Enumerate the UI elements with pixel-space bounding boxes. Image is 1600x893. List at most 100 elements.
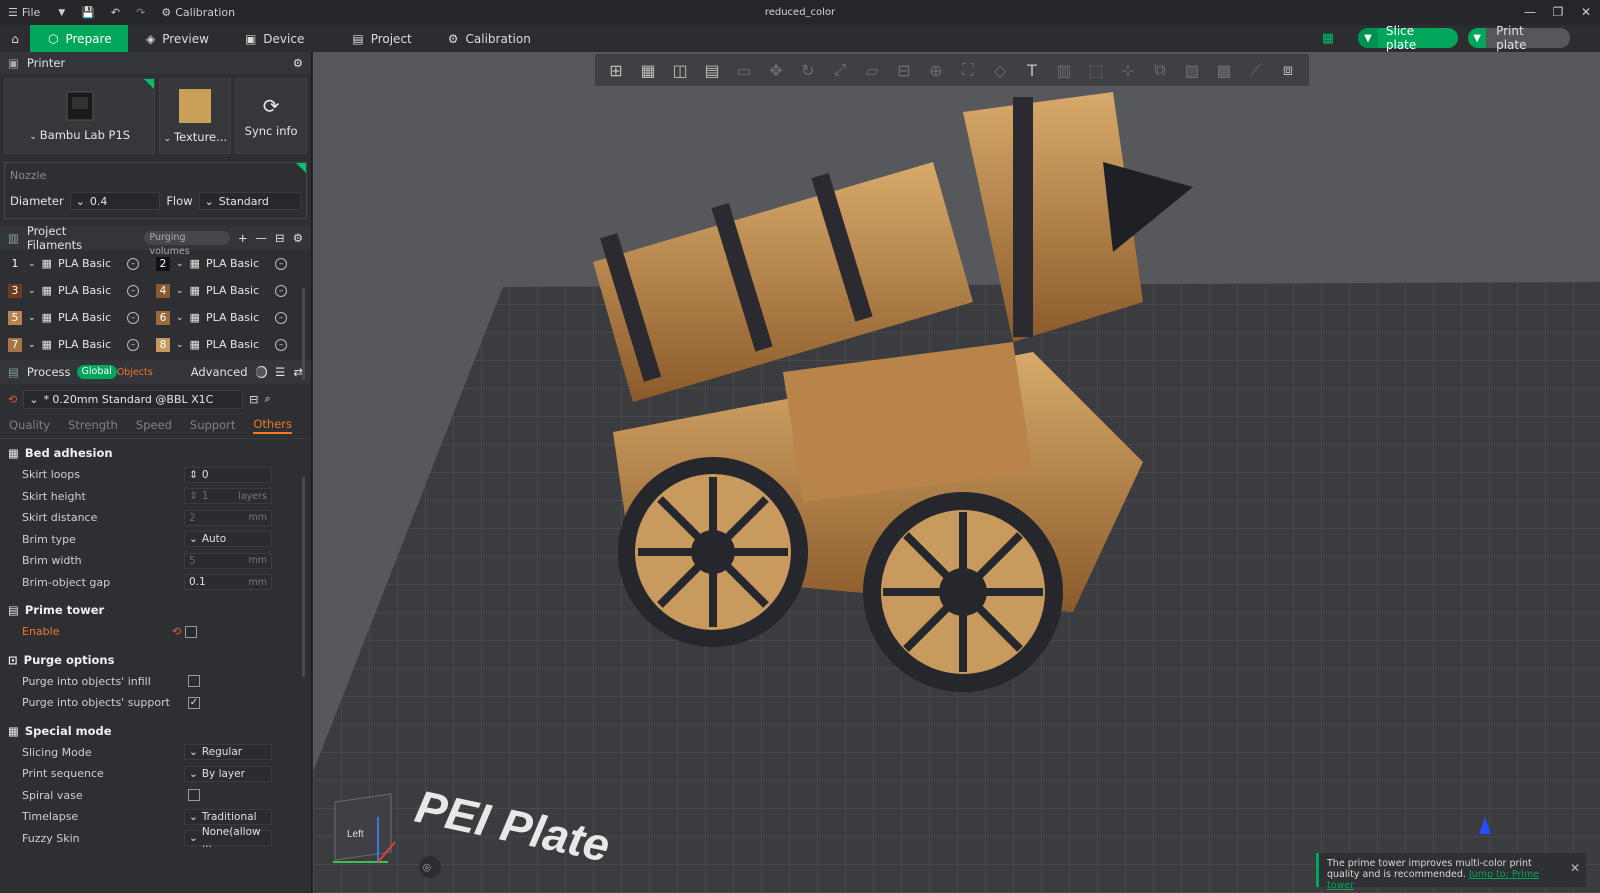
- tab-quality[interactable]: Quality: [9, 418, 50, 432]
- arrange-grid-icon[interactable]: ▦: [635, 58, 661, 82]
- gear-icon[interactable]: ⚙: [293, 231, 303, 245]
- remove-icon[interactable]: —: [256, 231, 268, 245]
- cut-icon[interactable]: ⊟: [891, 58, 917, 82]
- mesh-boolean-icon[interactable]: ⧉: [1147, 58, 1173, 82]
- home-icon[interactable]: ⌂: [0, 25, 30, 52]
- search-icon[interactable]: ⌕: [264, 392, 270, 406]
- assembly-icon[interactable]: ⬚: [1083, 58, 1109, 82]
- 3d-viewport[interactable]: PEI Plate Left ⌾ ⊞ ▦ ◫ ▤ ▭ ✥ ↻ ⤢ ▱ ⊟ ⊕ ⛶…: [313, 52, 1600, 893]
- global-toggle[interactable]: Global: [76, 365, 117, 379]
- restore-icon[interactable]: ❐: [1544, 0, 1572, 25]
- brim-gap-input[interactable]: 0.1 mm: [184, 574, 272, 591]
- reset-icon[interactable]: ⟲: [172, 625, 181, 638]
- brim-width-input[interactable]: 5 mm: [184, 552, 272, 569]
- close-icon[interactable]: ✕: [1572, 0, 1600, 25]
- filament-slot[interactable]: 4 ⌄ ▦ PLA Basic –: [156, 281, 304, 300]
- seam-paint-icon[interactable]: ◇: [987, 58, 1013, 82]
- save-icon[interactable]: 💾: [73, 0, 103, 25]
- brim-type-select[interactable]: ⌄ Auto: [184, 531, 272, 548]
- lay-flat-icon[interactable]: ▱: [859, 58, 885, 82]
- advanced-toggle[interactable]: [255, 366, 268, 378]
- tab-support[interactable]: Support: [190, 418, 235, 432]
- tab-preview[interactable]: ◈ Preview: [128, 25, 227, 52]
- skirt-distance-input[interactable]: 2 mm: [184, 509, 272, 526]
- redo-icon[interactable]: ↷: [128, 0, 153, 25]
- text-icon[interactable]: T: [1019, 58, 1045, 82]
- sync-filament-icon[interactable]: ⊟: [275, 231, 285, 245]
- flow-select[interactable]: ⌄ Standard: [198, 192, 301, 210]
- move-icon[interactable]: ✥: [763, 58, 789, 82]
- tab-strength[interactable]: Strength: [68, 418, 118, 432]
- print-sequence-select[interactable]: ⌄ By layer: [184, 765, 272, 782]
- remove-circle-icon[interactable]: –: [127, 257, 140, 270]
- variable-layer-icon[interactable]: ▥: [1051, 58, 1077, 82]
- prime-tower-enable-checkbox[interactable]: [185, 625, 198, 638]
- tab-device[interactable]: ▣ Device: [227, 25, 322, 52]
- ruler-icon[interactable]: ⟋: [1243, 58, 1269, 82]
- filament-slot[interactable]: 5 ⌄ ▦ PLA Basic –: [8, 308, 156, 327]
- remove-circle-icon[interactable]: –: [275, 338, 288, 351]
- tab-project[interactable]: ▤ Project: [334, 25, 429, 52]
- filament-slot[interactable]: 3 ⌄ ▦ PLA Basic –: [8, 281, 156, 300]
- add-object-icon[interactable]: ⊞: [603, 58, 629, 82]
- gear-icon[interactable]: ⚙: [293, 56, 303, 70]
- spiral-vase-checkbox[interactable]: [188, 789, 200, 802]
- timelapse-select[interactable]: ⌄ Traditional: [184, 808, 272, 825]
- minimize-icon[interactable]: —: [1516, 0, 1544, 25]
- assembly-view-icon[interactable]: ⧈: [1275, 58, 1301, 82]
- sync-info-button[interactable]: ⟳ Sync info: [235, 78, 308, 154]
- measure-icon[interactable]: ⊹: [1115, 58, 1141, 82]
- orient-icon[interactable]: ◫: [667, 58, 693, 82]
- rotate-icon[interactable]: ↻: [795, 58, 821, 82]
- filament-slot[interactable]: 8 ⌄ ▦ PLA Basic –: [156, 335, 304, 354]
- slice-plate-button[interactable]: ▼ Slice plate: [1358, 24, 1458, 52]
- purge-support-checkbox[interactable]: ✓: [188, 696, 200, 709]
- plate-layout-icon[interactable]: ▤: [699, 58, 725, 82]
- remove-circle-icon[interactable]: –: [127, 284, 140, 297]
- emboss-icon[interactable]: ▩: [1211, 58, 1237, 82]
- skirt-height-input[interactable]: ⇕ 1 layers: [184, 488, 272, 505]
- view-cube[interactable]: Left: [333, 793, 396, 863]
- chevron-down-icon[interactable]: ▼: [1358, 28, 1378, 48]
- split-icon[interactable]: ▭: [731, 58, 757, 82]
- screenshot-icon[interactable]: ⌾: [419, 856, 441, 878]
- undo-icon[interactable]: ↶: [103, 0, 128, 25]
- close-icon[interactable]: ✕: [1570, 862, 1580, 874]
- remove-circle-icon[interactable]: –: [275, 311, 288, 324]
- calibration-menu[interactable]: ⚙ Calibration: [153, 0, 243, 25]
- plate-type-card[interactable]: ⌄ Texture...: [159, 78, 232, 154]
- filament-slot[interactable]: 2 ⌄ ▦ PLA Basic –: [156, 254, 304, 273]
- support-paint-icon[interactable]: ⛶: [955, 58, 981, 82]
- filament-slot[interactable]: 1 ⌄ ▦ PLA Basic –: [8, 254, 156, 273]
- fuzzy-skin-select[interactable]: ⌄ None(allow ...: [184, 826, 272, 850]
- filament-slot[interactable]: 6 ⌄ ▦ PLA Basic –: [156, 308, 304, 327]
- filament-slot[interactable]: 7 ⌄ ▦ PLA Basic –: [8, 335, 156, 354]
- objects-toggle[interactable]: Objects: [117, 367, 153, 378]
- tab-prepare[interactable]: ⬡ Prepare: [30, 25, 128, 52]
- remove-circle-icon[interactable]: –: [127, 338, 140, 351]
- print-plate-button[interactable]: ▼ Print plate: [1468, 24, 1570, 52]
- tab-others[interactable]: Others: [253, 417, 293, 434]
- process-preset-select[interactable]: ⌄ * 0.20mm Standard @BBL X1C: [23, 389, 244, 409]
- color-paint-icon[interactable]: ▧: [1179, 58, 1205, 82]
- tab-calibration[interactable]: ⚙ Calibration: [430, 25, 549, 52]
- reset-icon[interactable]: ⟲: [8, 393, 17, 406]
- scale-icon[interactable]: ⤢: [827, 58, 853, 82]
- settings-scrollbar[interactable]: [302, 477, 305, 677]
- remove-circle-icon[interactable]: –: [275, 257, 288, 270]
- printer-model-card[interactable]: ⌄ Bambu Lab P1S: [4, 78, 156, 154]
- file-menu[interactable]: ☰ File ▼: [0, 0, 73, 25]
- add-icon[interactable]: +: [238, 231, 248, 245]
- remove-circle-icon[interactable]: –: [127, 311, 140, 324]
- boolean-icon[interactable]: ⊕: [923, 58, 949, 82]
- list-icon[interactable]: ☰: [275, 365, 285, 379]
- skirt-loops-input[interactable]: ⇕ 0: [184, 466, 272, 483]
- slicing-mode-select[interactable]: ⌄ Regular: [184, 744, 272, 761]
- chevron-down-icon[interactable]: ▼: [1468, 28, 1487, 48]
- remove-circle-icon[interactable]: –: [275, 284, 288, 297]
- save-icon[interactable]: ⊟: [249, 393, 258, 406]
- diameter-select[interactable]: ⌄ 0.4: [69, 192, 161, 210]
- filament-scrollbar[interactable]: [302, 288, 305, 380]
- purge-infill-checkbox[interactable]: [188, 675, 200, 688]
- purging-volumes-button[interactable]: Purging volumes: [144, 231, 230, 257]
